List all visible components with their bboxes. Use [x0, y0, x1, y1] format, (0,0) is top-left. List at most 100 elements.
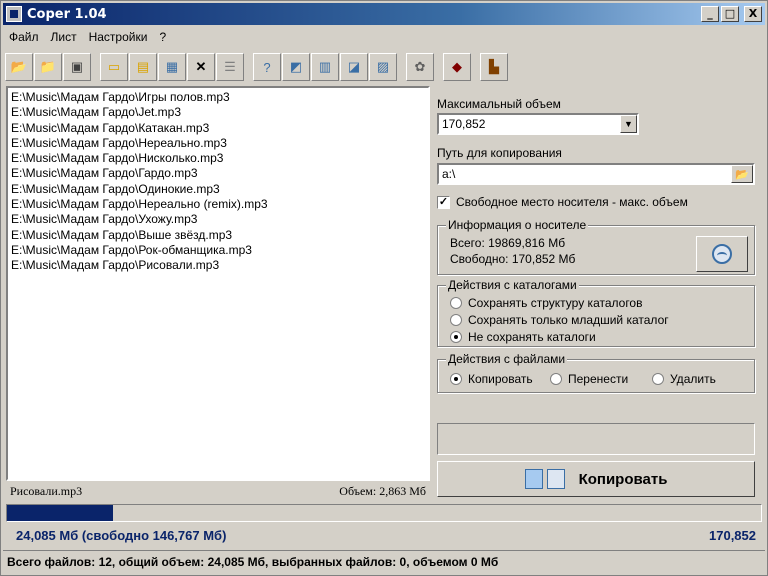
app-icon [6, 6, 22, 22]
max-volume-select[interactable]: 170,852 ▼ [437, 113, 639, 135]
max-volume-value: 170,852 [442, 117, 486, 131]
free-space-checkbox-row[interactable]: ✓ Свободное место носителя - макс. объем [437, 195, 688, 209]
path-value: a:\ [442, 167, 456, 181]
menu-file[interactable]: Файл [3, 30, 45, 44]
menu-settings[interactable]: Настройки [83, 30, 154, 44]
help-button[interactable]: ? [253, 53, 281, 81]
copy-files-icon [524, 468, 569, 490]
copy-button-label: Копировать [578, 470, 668, 488]
sort-button[interactable]: ◩ [282, 53, 310, 81]
settings-icon: ✿ [414, 59, 426, 74]
radio-delete[interactable]: Удалить [652, 372, 716, 386]
maximize-button[interactable]: □ [721, 6, 739, 22]
copy-button[interactable]: Копировать [437, 461, 755, 497]
app-window: Coper 1.04 _ □ X Файл Лист Настройки ? 📂… [0, 0, 768, 576]
list-item[interactable]: E:\Music\Мадам Гардо\Нисколько.mp3 [11, 151, 425, 166]
save-icon: ▣ [70, 59, 84, 74]
list-item[interactable]: E:\Music\Мадам Гардо\Выше звёзд.mp3 [11, 228, 425, 243]
catalog-actions-title: Действия с каталогами [446, 278, 579, 292]
list-item[interactable]: E:\Music\Мадам Гардо\Ухожу.mp3 [11, 212, 425, 227]
radio-label: Сохранять только младший каталог [468, 313, 669, 327]
status-text: Всего файлов: 12, общий объем: 24,085 Мб… [7, 554, 499, 569]
path-input[interactable]: a:\ 📂 [437, 163, 755, 185]
free-space-checkbox[interactable]: ✓ [437, 195, 450, 209]
max-size-text: 170,852 [709, 527, 756, 543]
selected-file-name: Рисовали.mp3 [10, 483, 83, 498]
exit-icon: ▙ [489, 59, 499, 74]
exit-button[interactable]: ▙ [480, 53, 508, 81]
list-item[interactable]: E:\Music\Мадам Гардо\Jet.mp3 [11, 105, 425, 120]
media-info-title: Информация о носителе [446, 218, 589, 232]
clear-list-icon: ☰ [224, 59, 236, 74]
free-space-label: Свободное место носителя - макс. объем [456, 195, 688, 209]
refresh-media-button[interactable] [696, 236, 748, 272]
clear-list-button[interactable]: ☰ [216, 53, 244, 81]
move-down-icon: ◪ [347, 59, 361, 74]
selected-file-size: Объем: 2,863 Мб [339, 483, 426, 498]
browse-folder-icon[interactable]: 📂 [731, 165, 753, 183]
radio-keep-structure[interactable]: Сохранять структуру каталогов [450, 296, 642, 310]
move-up-button[interactable]: ▥ [311, 53, 339, 81]
move-up-icon: ▥ [318, 59, 332, 74]
title-bar[interactable]: Coper 1.04 _ □ X [3, 3, 765, 25]
list-item[interactable]: E:\Music\Мадам Гардо\Одинокие.mp3 [11, 182, 425, 197]
media-free: Свободно: 170,852 Мб [450, 252, 576, 266]
menu-list[interactable]: Лист [45, 30, 83, 44]
radio-dot[interactable] [450, 373, 462, 385]
volume-progress-fill [7, 505, 113, 521]
disk-button[interactable]: ◆ [443, 53, 471, 81]
list-item[interactable]: E:\Music\Мадам Гардо\Игры полов.mp3 [11, 90, 425, 105]
radio-label: Перенести [568, 372, 629, 386]
catalog-actions-group: Действия с каталогами Сохранять структур… [437, 278, 755, 347]
sort-icon: ◩ [289, 59, 303, 74]
radio-dot[interactable] [450, 314, 462, 326]
list-item[interactable]: E:\Music\Мадам Гардо\Рок-обманщика.mp3 [11, 243, 425, 258]
minimize-button[interactable]: _ [701, 6, 719, 22]
globe-icon [712, 244, 732, 264]
close-button[interactable]: X [744, 6, 762, 22]
list-item[interactable]: E:\Music\Мадам Гардо\Гардо.mp3 [11, 166, 425, 181]
menu-bar: Файл Лист Настройки ? [3, 27, 765, 47]
delete-icon: ✕ [195, 59, 207, 74]
move-down-button[interactable]: ◪ [340, 53, 368, 81]
add-folder-icon: 📁 [39, 59, 57, 74]
delete-button[interactable]: ✕ [187, 53, 215, 81]
radio-copy[interactable]: Копировать [450, 372, 533, 386]
drive-button[interactable]: ▦ [158, 53, 186, 81]
open-folder-button[interactable]: 📂 [5, 53, 33, 81]
menu-help[interactable]: ? [153, 30, 172, 44]
radio-dot[interactable] [450, 297, 462, 309]
radio-keep-last-dir[interactable]: Сохранять только младший каталог [450, 313, 669, 327]
list-item[interactable]: E:\Music\Мадам Гардо\Нереально.mp3 [11, 136, 425, 151]
status-bar: Всего файлов: 12, общий объем: 24,085 Мб… [3, 550, 765, 572]
load-list-icon: ▤ [136, 59, 150, 74]
open-folder-icon: 📂 [10, 59, 28, 74]
open-file-button[interactable]: ▭ [100, 53, 128, 81]
add-folder-button[interactable]: 📁 [34, 53, 62, 81]
radio-dot[interactable] [550, 373, 562, 385]
list-item[interactable]: E:\Music\Мадам Гардо\Катакан.mp3 [11, 121, 425, 136]
drive-icon: ▦ [165, 59, 179, 74]
file-actions-group: Действия с файлами Копировать Перенести … [437, 352, 755, 393]
list-status-bar: Рисовали.mp3 Объем: 2,863 Мб [6, 482, 430, 500]
select-button[interactable]: ▨ [369, 53, 397, 81]
file-actions-title: Действия с файлами [446, 352, 568, 366]
save-button[interactable]: ▣ [63, 53, 91, 81]
radio-dot[interactable] [450, 331, 462, 343]
file-list[interactable]: E:\Music\Мадам Гардо\Игры полов.mp3 E:\M… [6, 86, 430, 481]
radio-label: Не сохранять каталоги [468, 330, 596, 344]
media-total: Всего: 19869,816 Мб [450, 236, 566, 250]
load-list-button[interactable]: ▤ [129, 53, 157, 81]
radio-label: Копировать [468, 372, 533, 386]
list-item[interactable]: E:\Music\Мадам Гардо\Нереально (remix).m… [11, 197, 425, 212]
size-summary: 24,085 Мб (свободно 146,767 Мб) 170,852 [16, 526, 756, 544]
radio-dot[interactable] [652, 373, 664, 385]
max-volume-label: Максимальный объем [437, 97, 561, 111]
list-item[interactable]: E:\Music\Мадам Гардо\Рисовали.mp3 [11, 258, 425, 273]
radio-move[interactable]: Перенести [550, 372, 628, 386]
select-icon: ▨ [376, 59, 390, 74]
toolbar: 📂 📁 ▣ ▭ ▤ ▦ ✕ ☰ ? ◩ ▥ ◪ ▨ ✿ ◆ ▙ [5, 51, 509, 83]
radio-no-dirs[interactable]: Не сохранять каталоги [450, 330, 596, 344]
settings-button[interactable]: ✿ [406, 53, 434, 81]
chevron-down-icon[interactable]: ▼ [620, 115, 637, 133]
